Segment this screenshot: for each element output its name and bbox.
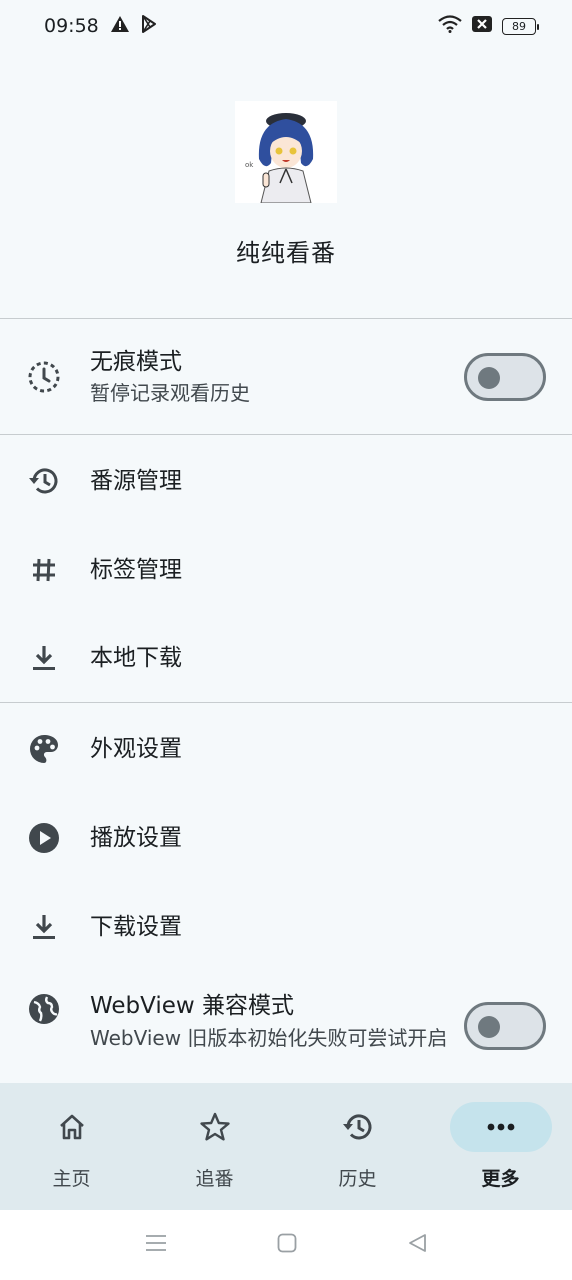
divider <box>0 702 572 703</box>
nav-more[interactable]: 更多 <box>429 1083 572 1210</box>
tag-hash-icon <box>26 552 62 588</box>
star-icon <box>164 1102 266 1152</box>
menu-item-appearance-settings[interactable]: 外观设置 <box>0 704 572 793</box>
menu-item-label: 下载设置 <box>90 913 182 940</box>
palette-icon <box>26 731 62 767</box>
battery-indicator: 89 <box>502 17 539 35</box>
battery-level: 89 <box>512 19 526 33</box>
menu-item-tag-management[interactable]: 标签管理 <box>0 525 572 614</box>
incognito-title: 无痕模式 <box>90 348 182 375</box>
back-triangle-icon[interactable] <box>407 1233 427 1257</box>
history-icon <box>26 463 62 499</box>
incognito-mode-row[interactable]: 无痕模式 暂停记录观看历史 <box>0 319 572 434</box>
nav-label: 追番 <box>195 1168 234 1190</box>
download-icon <box>26 640 62 676</box>
menu-item-download-settings[interactable]: 下载设置 <box>0 882 572 971</box>
menu-item-label: 播放设置 <box>90 824 182 851</box>
webview-toggle[interactable] <box>464 1002 546 1050</box>
toggle-knob <box>478 366 500 389</box>
app-avatar: ok <box>235 101 337 203</box>
menu-item-label: 标签管理 <box>90 556 182 583</box>
profile-header: ok 纯纯看番 <box>0 52 572 318</box>
nav-following[interactable]: 追番 <box>143 1083 286 1210</box>
menu-item-source-management[interactable]: 番源管理 <box>0 436 572 525</box>
menu-item-local-download[interactable]: 本地下载 <box>0 614 572 702</box>
sim-off-icon <box>472 16 492 36</box>
download-icon <box>26 909 62 945</box>
app-name: 纯纯看番 <box>236 239 336 267</box>
home-square-icon[interactable] <box>277 1233 297 1257</box>
system-navigation-bar <box>0 1210 572 1280</box>
webview-subtitle: WebView 旧版本初始化失败可尝试开启 <box>90 1026 448 1050</box>
recents-menu-icon[interactable] <box>145 1233 167 1257</box>
status-bar: 09:58 89 <box>0 0 572 52</box>
history-icon <box>307 1102 409 1152</box>
menu-item-label: 外观设置 <box>90 735 182 762</box>
menu-item-label: 番源管理 <box>90 467 182 494</box>
warning-icon <box>110 15 129 37</box>
menu-item-playback-settings[interactable]: 播放设置 <box>0 793 572 882</box>
webview-compat-row[interactable]: WebView 兼容模式 WebView 旧版本初始化失败可尝试开启 <box>0 971 572 1083</box>
incognito-subtitle: 暂停记录观看历史 <box>90 380 250 405</box>
nav-label: 主页 <box>52 1168 91 1190</box>
more-icon <box>449 1102 552 1152</box>
nav-home[interactable]: 主页 <box>0 1083 143 1210</box>
incognito-timer-icon <box>26 359 62 395</box>
svg-text:ok: ok <box>245 161 254 169</box>
status-time: 09:58 <box>44 15 99 37</box>
globe-icon <box>26 991 62 1027</box>
menu-item-label: 本地下载 <box>90 645 182 671</box>
bottom-navigation: 主页 追番 历史 更多 <box>0 1083 572 1210</box>
webview-title: WebView 兼容模式 <box>90 993 295 1019</box>
incognito-toggle[interactable] <box>464 352 546 401</box>
wifi-icon <box>438 15 462 37</box>
play-store-icon <box>141 14 157 38</box>
nav-history[interactable]: 历史 <box>286 1083 429 1210</box>
nav-label: 更多 <box>481 1168 520 1190</box>
nav-label: 历史 <box>338 1168 377 1190</box>
play-circle-icon <box>26 820 62 856</box>
divider <box>0 434 572 435</box>
home-icon <box>21 1102 123 1152</box>
toggle-knob <box>478 1016 500 1038</box>
